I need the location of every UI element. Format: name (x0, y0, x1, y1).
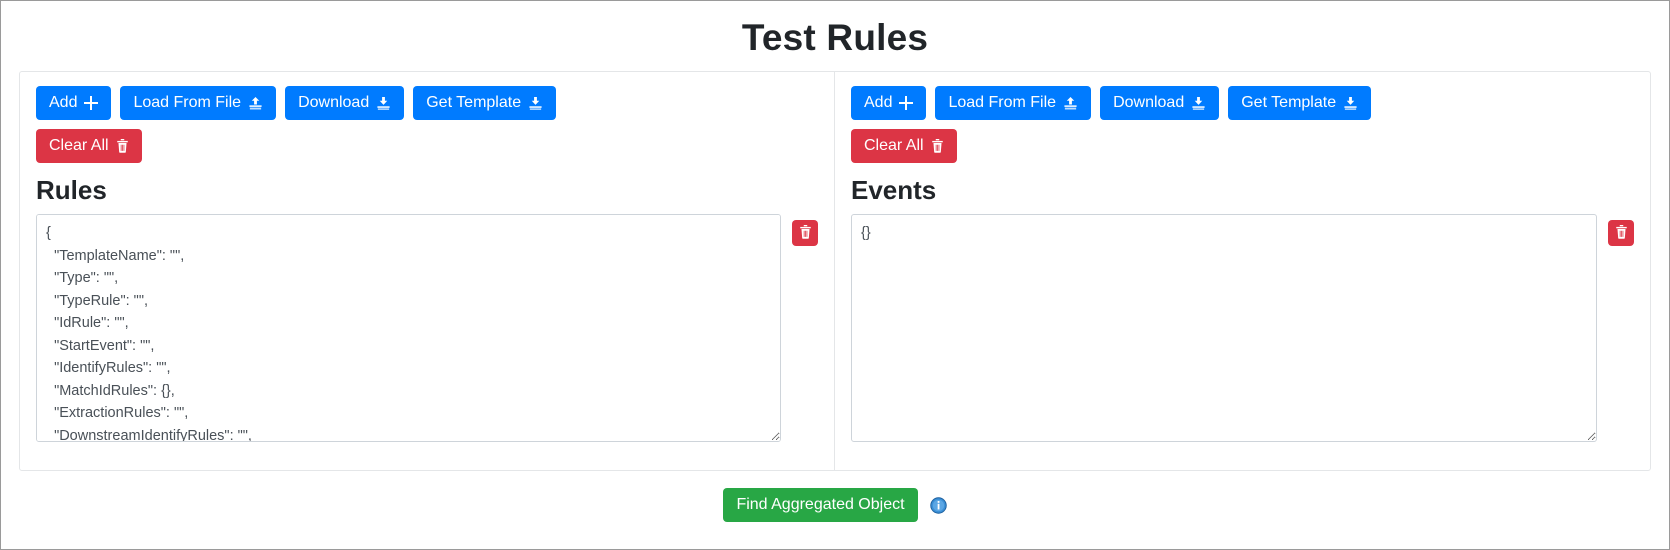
rules-editor-wrap (36, 214, 781, 447)
events-clear-all-button[interactable]: Clear All (851, 129, 957, 163)
find-aggregated-object-button[interactable]: Find Aggregated Object (723, 488, 918, 522)
events-add-label: Add (864, 94, 893, 111)
rules-download-button[interactable]: Download (285, 86, 405, 120)
events-load-from-file-button[interactable]: Load From File (935, 86, 1092, 120)
rules-add-label: Add (49, 94, 78, 111)
find-aggregated-object-label: Find Aggregated Object (736, 496, 905, 513)
rules-load-from-file-label: Load From File (133, 94, 242, 111)
rules-clear-all-label: Clear All (49, 137, 109, 154)
events-section-title: Events (851, 175, 937, 205)
events-download-button[interactable]: Download (1100, 86, 1220, 120)
events-panel: Add Load From File Download Get Template… (835, 72, 1650, 470)
rules-add-button[interactable]: Add (36, 86, 112, 120)
events-download-label: Download (1113, 94, 1185, 111)
trash-icon (931, 139, 944, 153)
events-load-from-file-label: Load From File (948, 94, 1057, 111)
rules-delete-entry-button[interactable] (792, 220, 818, 246)
trash-icon (116, 139, 129, 153)
panels-container: Add Load From File Download Get Template… (19, 71, 1651, 471)
page-title: Test Rules (741, 17, 929, 58)
app-window: Test Rules Add Load From File Download G… (0, 0, 1670, 550)
events-get-template-label: Get Template (1241, 94, 1337, 111)
info-circle-icon[interactable] (929, 496, 947, 514)
events-clear-row: Clear All (851, 129, 1634, 163)
download-icon (1343, 96, 1358, 111)
rules-section-title: Rules (36, 175, 107, 205)
events-get-template-button[interactable]: Get Template (1228, 86, 1372, 120)
plus-icon (84, 96, 99, 110)
events-add-button[interactable]: Add (851, 86, 927, 120)
events-clear-all-label: Clear All (864, 137, 924, 154)
download-icon (376, 96, 391, 111)
rules-panel: Add Load From File Download Get Template… (20, 72, 835, 470)
rules-clear-row: Clear All (36, 129, 818, 163)
rules-download-label: Download (298, 94, 370, 111)
events-delete-entry-button[interactable] (1608, 220, 1634, 246)
events-editor-textarea[interactable] (851, 214, 1597, 442)
rules-editor-row (36, 214, 818, 447)
plus-icon (899, 96, 914, 110)
download-icon (528, 96, 543, 111)
download-icon (1191, 96, 1206, 111)
trash-icon (799, 224, 812, 242)
events-editor-row (851, 214, 1634, 447)
trash-icon (1615, 224, 1628, 242)
rules-load-from-file-button[interactable]: Load From File (120, 86, 277, 120)
rules-get-template-button[interactable]: Get Template (413, 86, 557, 120)
upload-icon (248, 96, 263, 111)
footer-actions: Find Aggregated Object (1, 488, 1669, 522)
events-toolbar: Add Load From File Download Get Template (851, 86, 1634, 120)
rules-clear-all-button[interactable]: Clear All (36, 129, 142, 163)
rules-editor-textarea[interactable] (36, 214, 781, 442)
events-editor-wrap (851, 214, 1597, 447)
rules-toolbar: Add Load From File Download Get Template (36, 86, 818, 120)
rules-get-template-label: Get Template (426, 94, 522, 111)
upload-icon (1063, 96, 1078, 111)
